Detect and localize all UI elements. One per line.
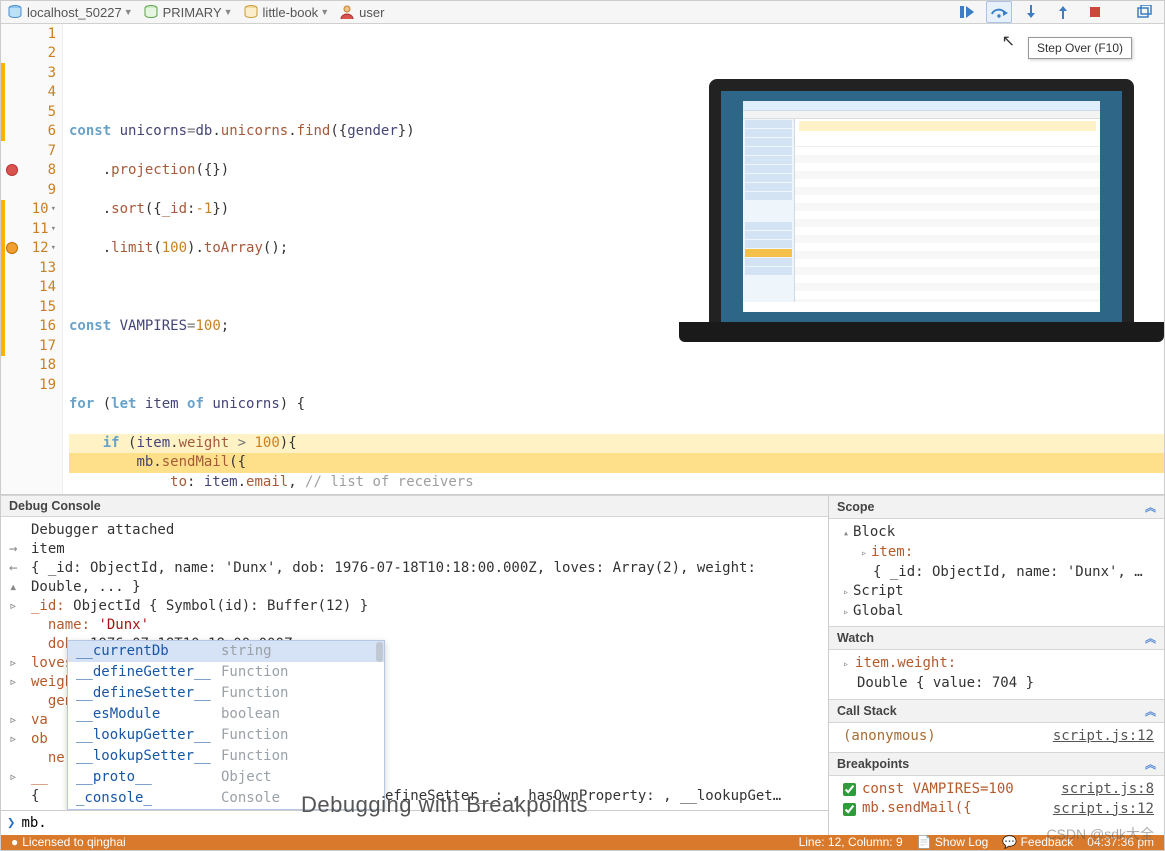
db-selector[interactable]: little-book▼: [243, 4, 330, 20]
step-out-button[interactable]: [1050, 1, 1076, 23]
bp-checkbox[interactable]: [843, 803, 856, 816]
continue-button[interactable]: [954, 1, 980, 23]
breakpoint-row[interactable]: mb.sendMail({script.js:12: [843, 799, 1154, 819]
collapse-icon[interactable]: ︽: [1145, 630, 1156, 646]
debug-console-head: Debug Console: [1, 495, 828, 517]
server-selector[interactable]: localhost_50227▼: [7, 4, 133, 20]
user-icon: [339, 4, 355, 20]
ac-option[interactable]: __proto__Object: [68, 767, 384, 788]
promo-laptop: Free Edition: [709, 79, 1134, 334]
ac-option[interactable]: __currentDbstring: [68, 641, 384, 662]
collapse-icon[interactable]: ︽: [1145, 499, 1156, 515]
collapse-icon[interactable]: ︽: [1145, 756, 1156, 772]
step-into-button[interactable]: [1018, 1, 1044, 23]
autocomplete-popup[interactable]: __currentDbstring __defineGetter__Functi…: [67, 640, 385, 810]
breakpoint-marker[interactable]: [7, 165, 17, 175]
ac-option[interactable]: __defineSetter__Function: [68, 683, 384, 704]
status-bar: ● Licensed to qinghai Line: 12, Column: 9…: [1, 835, 1164, 850]
user-label: user: [339, 4, 384, 20]
bp-checkbox[interactable]: [843, 783, 856, 796]
background-caption: Debugging with Breakpoints: [301, 792, 588, 818]
show-log-button[interactable]: 📄 Show Log: [917, 835, 989, 849]
ac-option[interactable]: __esModuleboolean: [68, 704, 384, 725]
promo-app-window: Free Edition: [743, 101, 1100, 312]
chevron-down-icon: ▼: [124, 7, 133, 17]
ac-option[interactable]: __defineGetter__Function: [68, 662, 384, 683]
stop-button[interactable]: [1082, 1, 1108, 23]
ac-option[interactable]: __lookupGetter__Function: [68, 725, 384, 746]
gutter: 1 2 3 4 5 6 7 8 9 10▾ 11▾ 12▾ 13 14 15 1…: [1, 24, 63, 494]
scrollbar-thumb[interactable]: [376, 642, 383, 662]
watch-panel[interactable]: ▹ item.weight: Double { value: 704 }: [829, 650, 1164, 699]
top-toolbar: localhost_50227▼ PRIMARY▼ little-book▼ u…: [1, 1, 1164, 24]
server-icon: [7, 4, 23, 20]
code-editor[interactable]: 1 2 3 4 5 6 7 8 9 10▾ 11▾ 12▾ 13 14 15 1…: [1, 24, 1164, 495]
chevron-down-icon: ▼: [320, 7, 329, 17]
dot-icon: ●: [11, 835, 18, 849]
database-icon: [243, 4, 259, 20]
license-label: Licensed to qinghai: [22, 835, 125, 849]
restore-window-button[interactable]: [1132, 1, 1158, 23]
breakpoints-head[interactable]: Breakpoints︽: [829, 752, 1164, 776]
cursor-position: Line: 12, Column: 9: [799, 835, 903, 849]
scope-panel[interactable]: ▴Block ▹item: { _id: ObjectId, name: 'Du…: [829, 519, 1164, 626]
feedback-button[interactable]: 💬 Feedback: [1002, 835, 1073, 849]
ac-option[interactable]: __lookupSetter__Function: [68, 746, 384, 767]
step-over-button[interactable]: [986, 1, 1012, 23]
primary-icon: [143, 4, 159, 20]
callstack-head[interactable]: Call Stack︽: [829, 699, 1164, 723]
scope-head[interactable]: Scope︽: [829, 495, 1164, 519]
collapse-icon[interactable]: ︽: [1145, 703, 1156, 719]
debug-console[interactable]: Debugger attached →item ← ▴{ _id: Object…: [1, 517, 828, 810]
breakpoints-panel[interactable]: const VAMPIRES=100script.js:8 mb.sendMai…: [829, 776, 1164, 825]
chevron-down-icon: ▼: [224, 7, 233, 17]
watch-head[interactable]: Watch︽: [829, 626, 1164, 650]
callstack-panel[interactable]: (anonymous)script.js:12: [829, 723, 1164, 752]
breakpoint-row[interactable]: const VAMPIRES=100script.js:8: [843, 780, 1154, 800]
role-selector[interactable]: PRIMARY▼: [143, 4, 233, 20]
breakpoint-marker[interactable]: [7, 243, 17, 253]
clock: 04:37:36 pm: [1087, 835, 1154, 849]
prompt-icon: ❯: [7, 815, 15, 831]
